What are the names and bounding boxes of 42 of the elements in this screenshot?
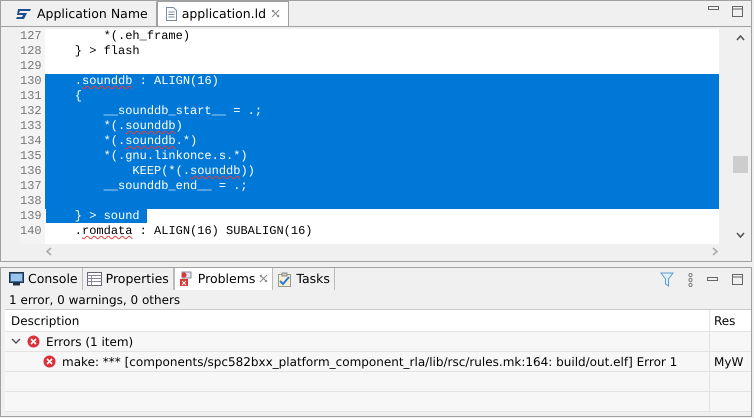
- tab[interactable]: Problems: [174, 268, 274, 290]
- document-icon: [166, 7, 177, 21]
- line-number: 132: [20, 104, 43, 119]
- error-icon: [43, 355, 56, 368]
- code-line: .romdata : ALIGN(16) SUBALIGN(16): [74, 224, 314, 239]
- line-number: 138: [20, 194, 43, 209]
- line-number: 136: [20, 164, 43, 179]
- maximize-icon[interactable]: [732, 274, 743, 285]
- problem-description: make: *** [components/spc582bxx_platform_component_rla/lib/rsc/rules.mk:164: build/out.elf] Error 1: [62, 354, 678, 370]
- group-label[interactable]: Errors (1 item): [46, 332, 134, 350]
- line-number: 127: [20, 29, 43, 44]
- table-icon: [86, 272, 102, 286]
- line-number: 133: [20, 119, 43, 134]
- maximize-icon[interactable]: [732, 6, 743, 17]
- monitor-icon: [9, 272, 24, 286]
- line-number: 137: [20, 179, 43, 194]
- clipboard-icon: [277, 272, 292, 286]
- code-line: } > flash: [74, 44, 141, 59]
- minimize-icon[interactable]: [708, 6, 719, 11]
- scroll-up-icon[interactable]: [736, 35, 745, 41]
- table-cell-text: MyW: [714, 354, 744, 370]
- line-number: 140: [20, 224, 43, 239]
- line-number: 134: [20, 134, 43, 149]
- line-number: 130: [20, 74, 43, 89]
- line-number: 129: [20, 59, 43, 74]
- minimize-icon[interactable]: [707, 277, 718, 282]
- logo-icon: [15, 8, 32, 20]
- filter-icon[interactable]: [660, 272, 674, 287]
- line-number: 128: [20, 44, 43, 59]
- line-number: 135: [20, 149, 43, 164]
- scroll-down-icon[interactable]: [736, 232, 745, 238]
- column-header[interactable]: Description: [11, 312, 80, 330]
- tab[interactable]: application.ld: [156, 1, 290, 26]
- scrollbar-thumb[interactable]: [733, 156, 748, 173]
- expand-toggle[interactable]: [11, 338, 21, 345]
- code-line: *(.eh_frame): [102, 29, 192, 44]
- line-number: 131: [20, 89, 43, 104]
- error-icon: [27, 335, 40, 348]
- line-number: 139: [20, 209, 43, 224]
- problems-icon: [178, 271, 194, 287]
- column-header[interactable]: Res: [714, 312, 736, 330]
- view-menu-icon[interactable]: [688, 272, 693, 286]
